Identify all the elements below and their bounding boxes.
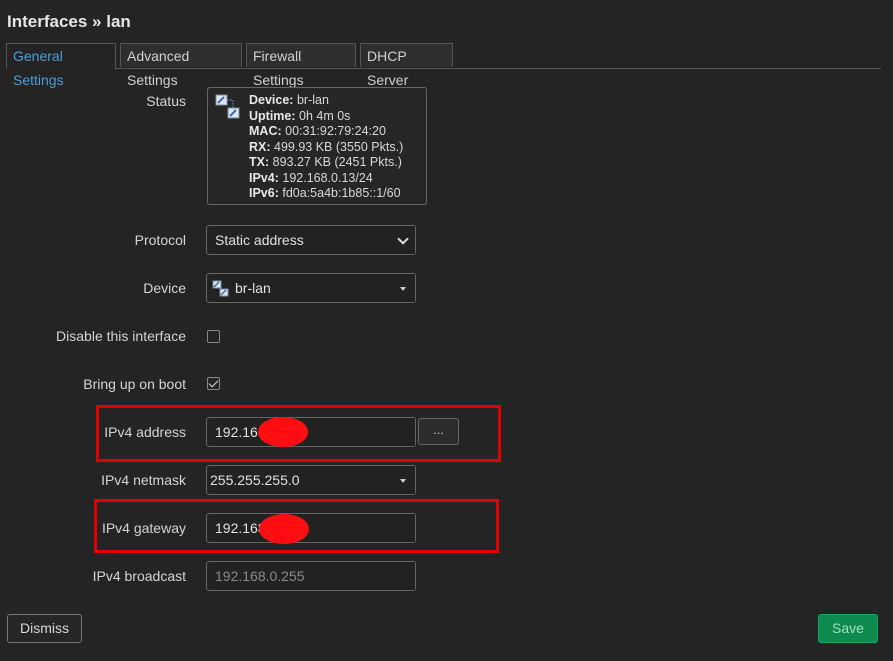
bring-up-on-boot-label: Bring up on boot: [83, 376, 186, 392]
status-panel: Device: br-lan Uptime: 0h 4m 0s MAC: 00:…: [207, 87, 427, 205]
disable-interface-checkbox[interactable]: [207, 330, 220, 343]
tab-general-settings[interactable]: General Settings: [6, 43, 116, 88]
network-device-icon: [215, 94, 240, 119]
protocol-select[interactable]: Static address: [206, 225, 416, 255]
status-tx: TX: 893.27 KB (2451 Pkts.): [249, 155, 402, 169]
bring-up-on-boot-checkbox[interactable]: [207, 377, 220, 390]
status-rx: RX: 499.93 KB (3550 Pkts.): [249, 139, 404, 154]
disable-interface-label: Disable this interface: [56, 328, 186, 344]
page-title: Interfaces » lan: [7, 12, 131, 31]
ipv4-netmask-select[interactable]: 255.255.255.0: [206, 465, 416, 495]
tab-firewall-settings[interactable]: Firewall Settings: [246, 43, 356, 88]
tab-dhcp-server[interactable]: DHCP Server: [360, 43, 453, 88]
status-mac: MAC: 00:31:92:79:24:20: [249, 124, 386, 138]
save-button[interactable]: Save: [818, 614, 878, 643]
bridge-icon: [212, 280, 229, 297]
dismiss-button[interactable]: Dismiss: [7, 614, 82, 643]
highlight-box-ipv4-gateway: [94, 499, 499, 553]
protocol-label: Protocol: [134, 232, 186, 248]
ipv4-broadcast-input[interactable]: 192.168.0.255: [206, 561, 416, 591]
device-label: Device: [143, 280, 186, 296]
tab-advanced-settings[interactable]: Advanced Settings: [120, 43, 242, 88]
status-label: Status: [146, 93, 186, 109]
tab-bar: General Settings Advanced Settings Firew…: [6, 43, 881, 88]
status-uptime: Uptime: 0h 4m 0s: [249, 108, 351, 123]
status-ipv6: IPv6: fd0a:5a4b:1b85::1/60: [249, 186, 401, 200]
status-device: Device: br-lan: [249, 93, 329, 107]
status-details: Device: br-lan Uptime: 0h 4m 0s MAC: 00:…: [249, 93, 403, 202]
status-ipv4: IPv4: 192.168.0.13/24: [249, 170, 373, 185]
highlight-box-ipv4-address: [96, 405, 501, 462]
ipv4-broadcast-label: IPv4 broadcast: [92, 568, 186, 584]
device-select[interactable]: br-lan: [206, 273, 416, 303]
ipv4-netmask-label: IPv4 netmask: [101, 472, 186, 488]
checkmark-icon: [208, 377, 219, 388]
device-select-value: br-lan: [235, 280, 271, 296]
